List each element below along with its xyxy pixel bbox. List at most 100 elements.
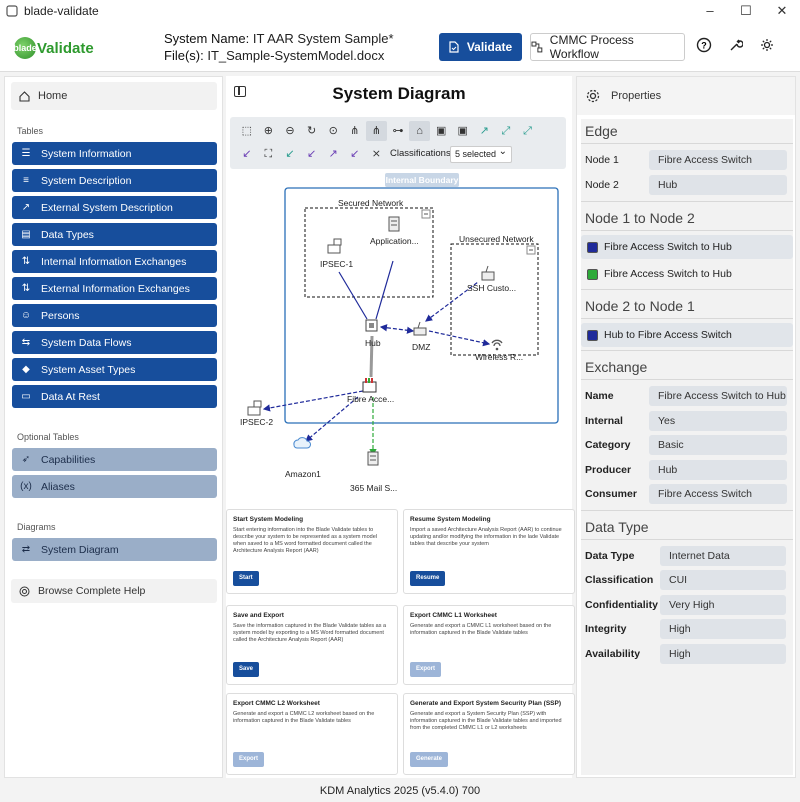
system-information-icon: ☰ <box>21 148 31 159</box>
hub-label: Hub <box>365 338 381 348</box>
sidebar-item-data-types[interactable]: ▤ Data Types <box>12 223 217 246</box>
ipsec2-node-icon[interactable] <box>247 400 262 416</box>
expand-ne-2-icon[interactable]: ⤢ <box>495 121 517 141</box>
unsecured-network-label: Unsecured Network <box>459 234 534 244</box>
system-name: IT AAR System Sample* <box>252 31 394 46</box>
data-type-section-title: Data Type <box>585 518 649 535</box>
cmmc-workflow-button[interactable]: CMMC Process Workflow <box>530 33 685 61</box>
save-button[interactable]: Save <box>233 662 260 677</box>
n1n2-exchange-item[interactable]: Fibre Access Switch to Hub <box>581 262 793 286</box>
expand-ne-icon[interactable]: ↗ <box>474 121 496 141</box>
edge-value-node-1[interactable]: Fibre Access Switch <box>649 150 787 171</box>
cmmc-label: CMMC Process Workflow <box>549 33 634 61</box>
export-image-icon[interactable]: ▣ <box>430 121 452 141</box>
sidebar-item-system-asset-types[interactable]: ◆ System Asset Types <box>12 358 217 381</box>
zoom-out-icon[interactable]: ⊖ <box>279 121 301 141</box>
collapse-sw-2-icon[interactable]: ↙ <box>301 144 323 164</box>
card-description: Import a saved Architecture Analysis Rep… <box>410 527 562 547</box>
network-layout-icon[interactable]: ⋔ <box>365 121 388 141</box>
datatype-value-confidentiality[interactable]: Very High <box>660 594 786 615</box>
tables-list: ☰ System Information ≡ System Description ↗ E… <box>5 142 222 408</box>
exchange-label: Consumer <box>585 488 637 501</box>
application-node-icon[interactable] <box>388 216 400 232</box>
sidebar-item-label: External Information Exchanges <box>41 282 190 295</box>
card-description: Generate and export a System Security Pl… <box>410 711 562 731</box>
generate-ssp-button[interactable]: Generate <box>410 752 449 767</box>
import-image-icon[interactable]: ▣ <box>452 121 474 141</box>
validate-button[interactable]: Validate <box>439 33 522 61</box>
hierarchy-layout-icon[interactable]: ⊶ <box>387 121 409 141</box>
gear-icon <box>586 89 600 103</box>
collapse-sw-3-icon[interactable]: ↙ <box>344 144 366 164</box>
sidebar-item-aliases[interactable]: (x) Aliases <box>12 475 217 498</box>
sidebar-item-system-information[interactable]: ☰ System Information <box>12 142 217 165</box>
card-description: Generate and export a CMMC L2 worksheet … <box>233 711 375 724</box>
exchange-value-name[interactable]: Fibre Access Switch to Hub <box>649 386 787 407</box>
classifications-select[interactable]: 5 selected <box>450 144 512 163</box>
sidebar-item-capabilities[interactable]: ➶ Capabilities <box>12 448 217 471</box>
exchange-value-category[interactable]: Basic <box>649 435 787 456</box>
sidebar-item-system-data-flows[interactable]: ⇆ System Data Flows <box>12 331 217 354</box>
theme-sun-icon[interactable] <box>757 37 777 57</box>
export-l1-button[interactable]: Export <box>410 662 442 677</box>
tag-icon[interactable]: ⌂ <box>408 121 431 141</box>
edge-value-node-2[interactable]: Hub <box>649 174 787 195</box>
sidebar-item-external-information-exchanges[interactable]: ⇅ External Information Exchanges <box>12 277 217 300</box>
exchange-value-internal[interactable]: Yes <box>649 410 787 431</box>
exchange-row-category: Category Basic <box>581 433 793 458</box>
collapse-ne-icon[interactable]: ↗ <box>322 144 344 164</box>
browse-help-link[interactable]: Browse Complete Help <box>11 579 217 603</box>
edge-label: Node 2 <box>585 178 619 191</box>
wrench-icon[interactable] <box>726 37 746 57</box>
fullscreen-icon[interactable]: ⛶ <box>258 144 280 164</box>
card-title: Export CMMC L2 Worksheet <box>233 700 320 707</box>
sidebar-item-internal-information-exchanges[interactable]: ⇅ Internal Information Exchanges <box>12 250 217 273</box>
hub-node-icon[interactable] <box>365 319 378 332</box>
help-icon[interactable]: ? <box>694 37 714 57</box>
datatype-value-integrity[interactable]: High <box>660 619 786 640</box>
sidebar-item-persons[interactable]: ☺ Persons <box>12 304 217 327</box>
sidebar-item-external-system-description[interactable]: ↗ External System Description <box>12 196 217 219</box>
select-tool-icon[interactable]: ⬚ <box>236 121 258 141</box>
start-button[interactable]: Start <box>233 571 259 586</box>
n1n2-exchange-item[interactable]: Fibre Access Switch to Hub <box>581 235 793 259</box>
mail-server-node-icon[interactable] <box>367 451 379 466</box>
collapse-all-icon[interactable]: ⨯ <box>366 144 388 164</box>
resume-button[interactable]: Resume <box>410 571 446 586</box>
maximize-button[interactable]: ☐ <box>728 3 764 19</box>
sidebar-item-system-description[interactable]: ≡ System Description <box>12 169 217 192</box>
sidebar-item-system-diagram[interactable]: ⇄ System Diagram <box>12 538 217 561</box>
tree-layout-icon[interactable]: ⋔ <box>344 121 366 141</box>
export-l2-button[interactable]: Export <box>233 752 265 767</box>
datatype-value-data-type[interactable]: Internet Data <box>660 545 786 566</box>
ssh-label: SSH Custo... <box>467 283 517 293</box>
exchange-value-consumer[interactable]: Fibre Access Switch <box>649 484 787 505</box>
expand-ne-3-icon[interactable]: ⤢ <box>517 121 539 141</box>
diagrams-list: ⇄ System Diagram <box>5 538 222 561</box>
data-at-rest-icon: ▭ <box>21 391 31 402</box>
logo-ball: blade <box>13 37 37 59</box>
datatype-row-confidentiality: Confidentiality Very High <box>581 593 793 618</box>
external-information-exchanges-icon: ⇅ <box>21 283 31 294</box>
card-description: Start entering information into the Blad… <box>233 527 377 554</box>
sidebar-item-label: System Asset Types <box>41 363 136 376</box>
expand-sw-icon[interactable]: ↙ <box>236 144 258 164</box>
exchange-value-producer[interactable]: Hub <box>649 459 787 480</box>
close-button[interactable]: ✕ <box>764 3 800 19</box>
datatype-value-classification[interactable]: CUI <box>660 570 786 591</box>
n2n1-exchange-item[interactable]: Hub to Fibre Access Switch <box>581 323 793 347</box>
zoom-fit-icon[interactable]: ⊙ <box>322 121 344 141</box>
zoom-reset-icon[interactable]: ↻ <box>301 121 323 141</box>
document-check-icon <box>449 41 459 53</box>
zoom-in-icon[interactable]: ⊕ <box>258 121 280 141</box>
amazon-cloud-icon[interactable] <box>293 437 311 449</box>
minimize-button[interactable]: – <box>692 3 728 19</box>
exchange-section-title: Exchange <box>585 359 648 375</box>
sidebar-item-data-at-rest[interactable]: ▭ Data At Rest <box>12 385 217 408</box>
datatype-label: Classification <box>585 574 654 587</box>
datatype-row-availability: Availability High <box>581 642 793 667</box>
collapse-sw-icon[interactable]: ↙ <box>279 144 301 164</box>
datatype-value-availability[interactable]: High <box>660 643 786 664</box>
home-link[interactable]: Home <box>11 82 217 110</box>
system-data-flows-icon: ⇆ <box>21 337 31 348</box>
